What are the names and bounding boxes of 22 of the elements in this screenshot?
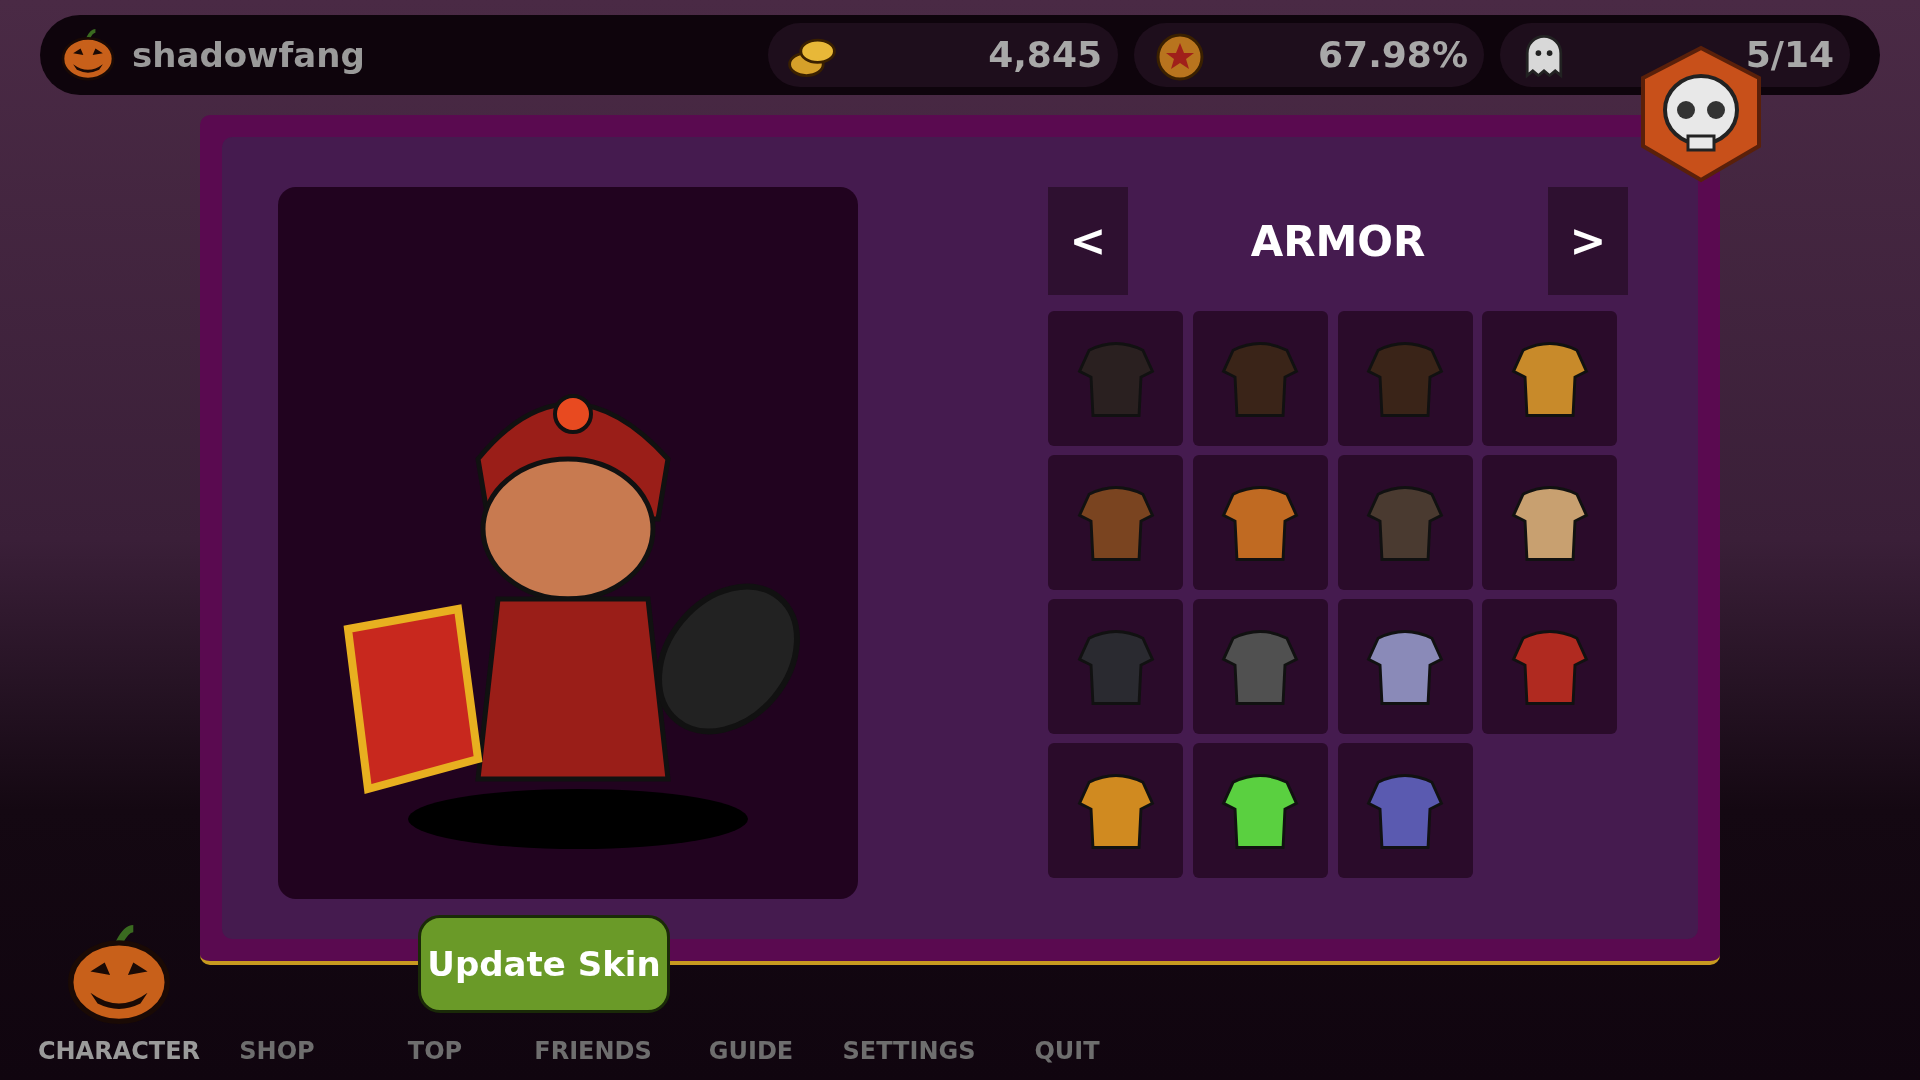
nav-link[interactable]: SHOP (239, 1033, 315, 1069)
nav-link[interactable]: TOP (407, 1033, 463, 1069)
armor-slot[interactable] (1337, 599, 1473, 734)
nav-link[interactable]: QUIT (1034, 1033, 1100, 1069)
username: shadowfang (132, 33, 365, 77)
armor-slot[interactable] (1482, 311, 1618, 446)
next-arrow-button[interactable]: > (1548, 187, 1628, 295)
update-skin-button[interactable]: Update Skin (418, 915, 670, 1013)
ghost-count: 5/14 (1745, 33, 1834, 77)
nav-link[interactable]: GUIDE (708, 1033, 794, 1069)
pumpkin-icon (60, 29, 116, 81)
nav-link[interactable]: CHARACTER (37, 1033, 201, 1069)
nav-link[interactable]: FRIENDS (534, 1033, 652, 1069)
nav-link[interactable]: SETTINGS (842, 1033, 976, 1069)
previous-arrow-button[interactable]: < (1048, 187, 1128, 295)
category-title: ARMOR (1250, 215, 1426, 268)
armor-slot[interactable] (1482, 455, 1618, 590)
rank-percent: 67.98% (1318, 33, 1468, 77)
armor-slot[interactable] (1192, 455, 1328, 590)
coins-count: 4,845 (988, 33, 1102, 77)
armor-slot[interactable] (1192, 743, 1328, 878)
armor-slot[interactable] (1048, 743, 1183, 878)
